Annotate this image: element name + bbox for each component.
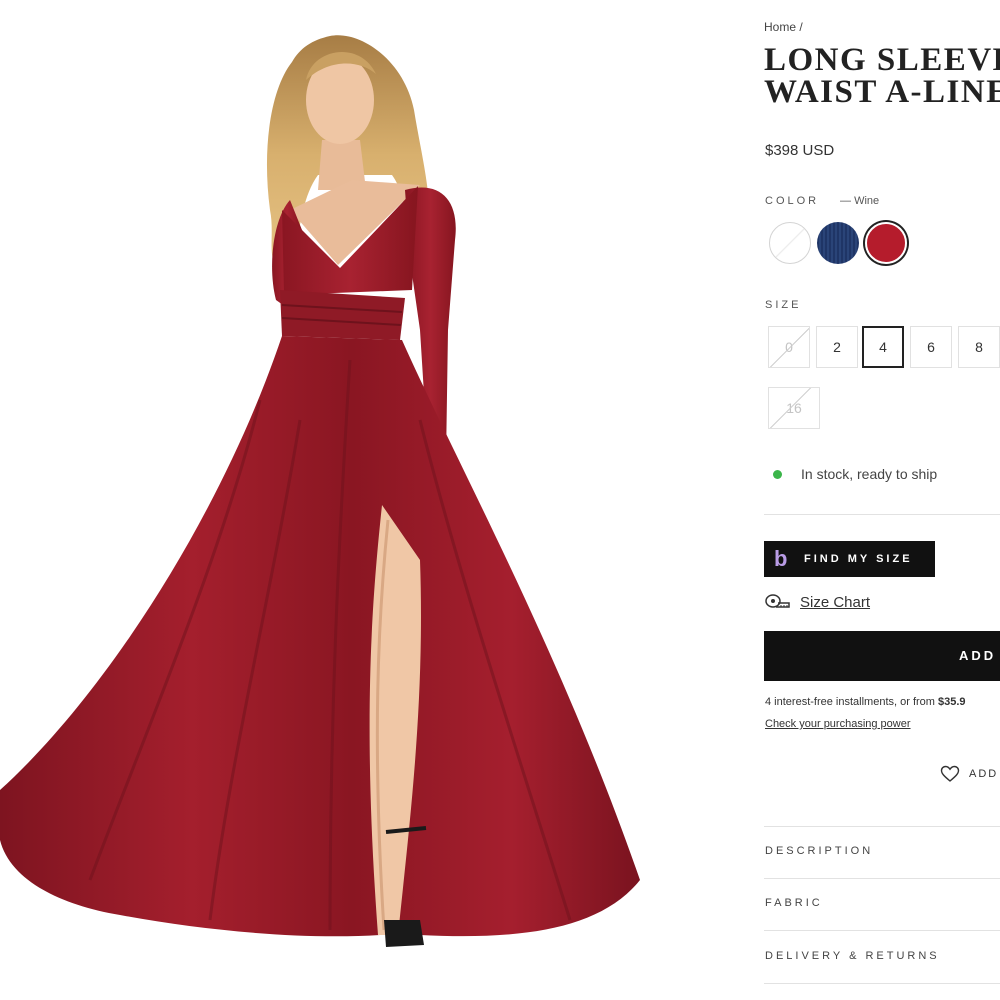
color-swatch-wine[interactable] — [865, 222, 907, 264]
purchasing-power-link[interactable]: Check your purchasing power — [765, 718, 911, 730]
accordion-fabric[interactable]: FABRIC — [764, 878, 1000, 930]
color-swatch-white[interactable] — [769, 222, 811, 264]
divider — [764, 514, 1000, 515]
find-my-size-logo-icon: b — [774, 546, 788, 571]
in-stock-indicator — [773, 470, 782, 479]
stock-status: In stock, ready to ship — [801, 466, 938, 482]
selected-color: — Wine — [840, 195, 879, 207]
selected-color-name: Wine — [854, 195, 880, 207]
accordion-delivery-returns-label: DELIVERY & RETURNS — [765, 950, 940, 962]
size-option-6[interactable]: 6 — [910, 326, 952, 368]
installments-info: 4 interest-free installments, or from $3… — [765, 696, 966, 708]
product-title-line1: LONG SLEEVE — [764, 42, 1000, 78]
size-option-2[interactable]: 2 — [816, 326, 858, 368]
accordion-delivery-returns[interactable]: DELIVERY & RETURNS — [764, 931, 1000, 983]
size-option-16[interactable]: 16 — [768, 387, 820, 429]
size-option-0[interactable]: 0 — [768, 326, 810, 368]
selected-color-prefix: — — [840, 195, 851, 207]
accordion-fabric-label: FABRIC — [765, 897, 823, 909]
divider — [764, 983, 1000, 984]
accordion-description[interactable]: DESCRIPTION — [764, 826, 1000, 878]
size-chart-link[interactable]: Size Chart — [800, 594, 870, 611]
add-to-bag-button[interactable]: ADD — [764, 631, 1000, 681]
product-price: $398 USD — [765, 142, 835, 159]
heart-icon[interactable] — [940, 764, 960, 784]
breadcrumb: Home / — [764, 20, 803, 34]
product-title: LONG SLEEVE WAIST A-LINE — [764, 42, 1000, 110]
installments-text: 4 interest-free installments, or from — [765, 696, 935, 708]
installments-amount: $35.9 — [938, 696, 966, 708]
add-to-bag-label: ADD — [959, 648, 997, 663]
find-my-size-button[interactable]: b FIND MY SIZE — [764, 541, 935, 577]
find-my-size-label: FIND MY SIZE — [804, 553, 913, 565]
size-option-4[interactable]: 4 — [862, 326, 904, 368]
accordion-description-label: DESCRIPTION — [765, 845, 874, 857]
size-label: SIZE — [765, 299, 802, 311]
breadcrumb-separator: / — [799, 20, 803, 34]
color-label: COLOR — [765, 195, 820, 207]
product-title-line2: WAIST A-LINE — [764, 74, 1000, 110]
breadcrumb-home-link[interactable]: Home — [764, 20, 796, 34]
color-swatch-navy[interactable] — [817, 222, 859, 264]
add-to-wishlist-link[interactable]: ADD — [969, 768, 998, 780]
product-info-panel: Home / LONG SLEEVE WAIST A-LINE $398 USD… — [764, 0, 1000, 1000]
product-image — [0, 35, 640, 947]
size-option-8[interactable]: 8 — [958, 326, 1000, 368]
tape-measure-icon — [765, 594, 790, 608]
